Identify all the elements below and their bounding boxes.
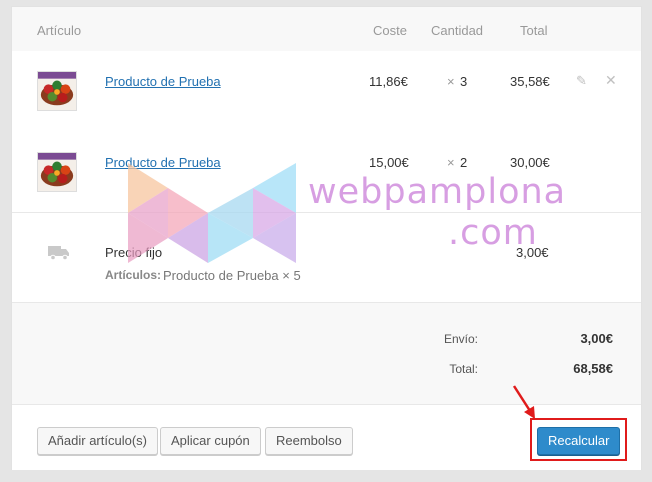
truck-icon — [48, 246, 69, 260]
edit-icon[interactable]: ✎ — [576, 73, 587, 89]
apply-coupon-button[interactable]: Aplicar cupón — [160, 427, 261, 455]
shipping-row: Precio fijo Artículos: Producto de Prueb… — [12, 212, 641, 302]
item-total: 35,58€ — [510, 74, 550, 89]
product-thumbnail[interactable] — [37, 71, 77, 111]
header-item: Artículo — [37, 23, 82, 38]
order-totals: Envío: 3,00€ Total: 68,58€ — [12, 302, 641, 404]
highlight-box — [530, 418, 627, 461]
item-total: 30,00€ — [510, 155, 550, 170]
header-total: Total — [520, 23, 548, 38]
shipping-method-name: Precio fijo — [105, 245, 163, 260]
header-cost: Coste — [373, 23, 407, 38]
shipping-total: 3,00€ — [516, 245, 549, 260]
red-arrow — [512, 385, 535, 419]
item-quantity: 3 — [460, 74, 468, 89]
delete-icon[interactable]: ✕ — [605, 72, 617, 89]
shipping-total-label: Envío: — [443, 332, 478, 346]
order-total-value: 68,58€ — [573, 361, 613, 376]
order-items-panel: Artículo Coste Cantidad Total Producto d… — [11, 6, 642, 470]
item-cost: 11,86€ — [369, 74, 408, 89]
item-cost: 15,00€ — [369, 155, 409, 170]
table-header: Artículo Coste Cantidad Total — [12, 7, 641, 51]
shipping-meta-value: Producto de Prueba × 5 — [163, 268, 301, 283]
qty-times-sign: × — [447, 74, 455, 89]
table-row: Producto de Prueba 15,00€ × 2 30,00€ — [12, 131, 641, 211]
table-row: Producto de Prueba 11,86€ × 3 35,58€ ✎ ✕ — [12, 51, 641, 131]
item-quantity: 2 — [460, 155, 468, 170]
header-quantity: Cantidad — [431, 23, 484, 38]
product-link[interactable]: Producto de Prueba — [105, 155, 221, 170]
shipping-total-value: 3,00€ — [580, 331, 613, 346]
shipping-meta-label: Artículos: — [105, 268, 162, 282]
refund-button[interactable]: Reembolso — [265, 427, 353, 455]
product-link[interactable]: Producto de Prueba — [105, 74, 221, 89]
add-item-button[interactable]: Añadir artículo(s) — [37, 427, 158, 455]
qty-times-sign: × — [447, 155, 455, 170]
product-thumbnail[interactable] — [37, 152, 77, 192]
order-total-label: Total: — [449, 362, 478, 376]
